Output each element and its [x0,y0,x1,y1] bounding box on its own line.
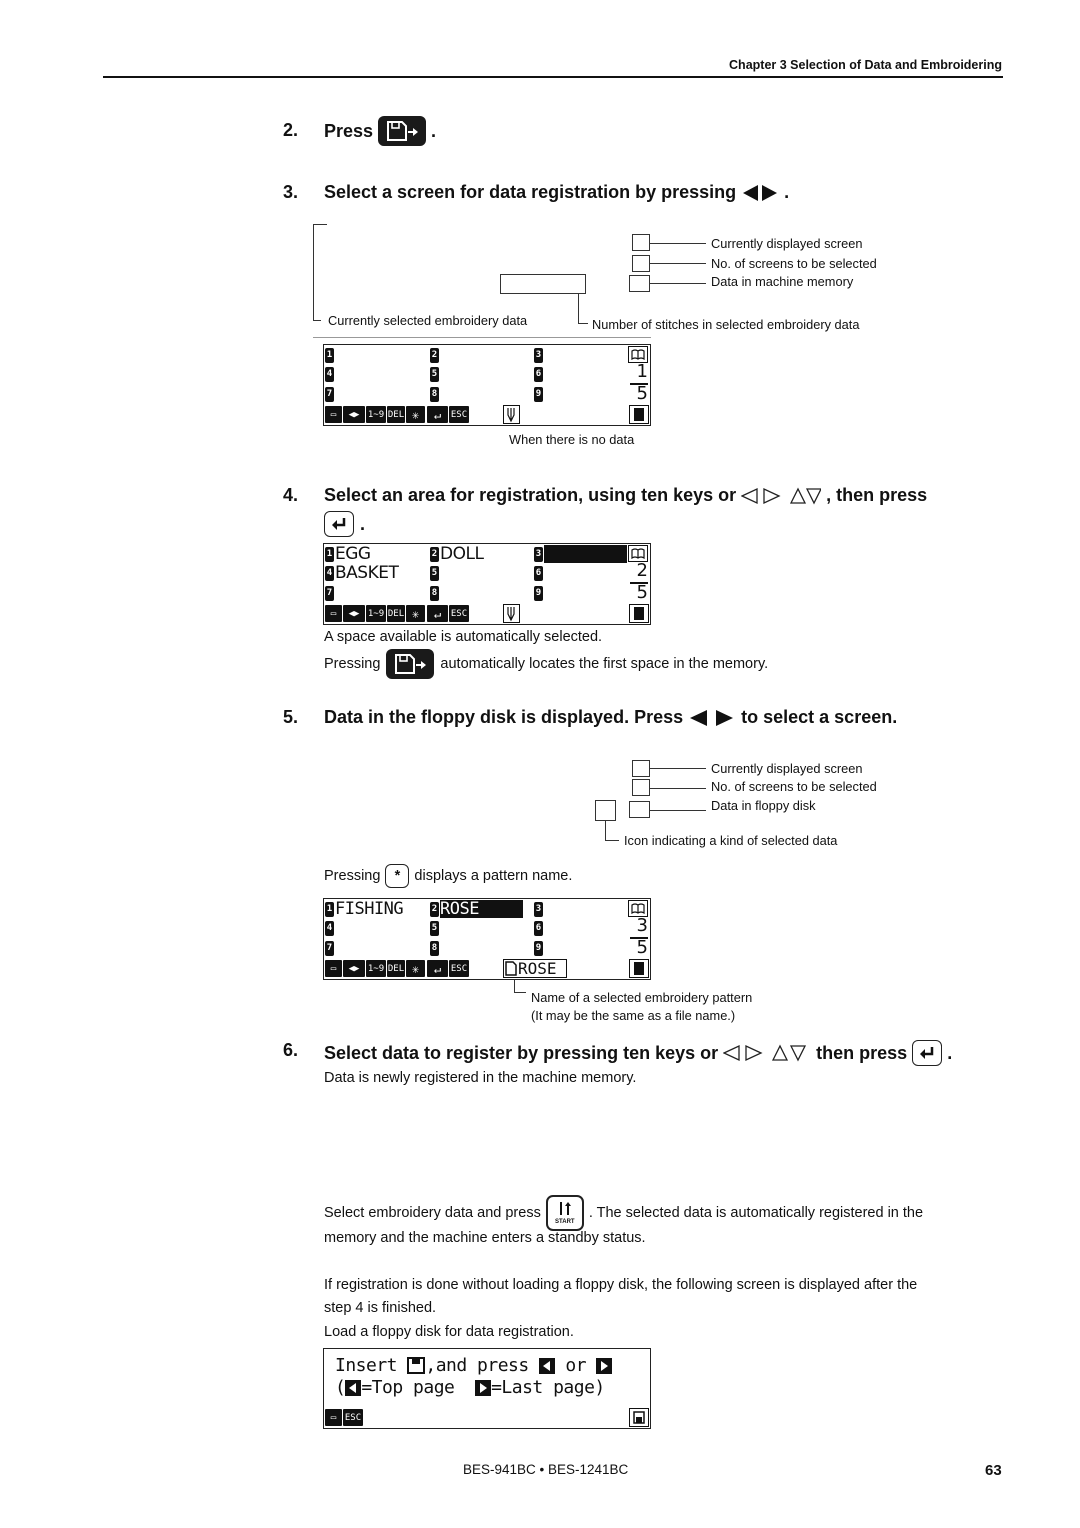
para-load-floppy: Load a floppy disk for data registration… [324,1324,574,1340]
lcd-toolbar: ▭ ◀▶ 1~9 DEL ✳ ↵ ESC [324,604,650,624]
needle-icon [503,405,520,424]
left-right-button-icon: ◀▶ [343,406,365,423]
note-auto-select: A space available is automatically selec… [324,629,603,645]
save-arrow-button-icon: ▭ [325,605,342,622]
save-to-memory-key-icon [386,649,435,679]
label-stitches: Number of stitches in selected embroider… [592,317,860,332]
asterisk-button: ✳ [406,406,425,423]
page-number: 63 [985,1462,1002,1479]
asterisk-button: ✳ [406,960,425,977]
label-data-memory: Data in machine memory [711,274,854,289]
page-current: 2 [636,560,648,581]
label-current-screen: Currently displayed screen [711,761,863,776]
header-rule [103,76,1003,78]
asterisk-button: ✳ [406,605,425,622]
right-key-icon [596,1357,613,1374]
del-button: DEL [387,605,405,622]
right-key-icon [475,1379,492,1396]
memory-chip-icon [629,405,649,424]
range-button: 1~9 [366,960,386,977]
note-locate-space: Pressing automatically locates the first… [324,649,768,679]
left-right-arrows-icon [690,709,734,726]
range-button: 1~9 [366,406,386,423]
left-right-button-icon: ◀▶ [343,960,365,977]
step-text: Select a screen for data registration by… [324,182,737,202]
para-no-floppy: If registration is done without loading … [324,1277,918,1293]
step-text: Press [324,120,374,141]
step-text: Select an area for registration, using t… [324,485,737,505]
floppy-icon [407,1357,426,1374]
esc-button: ESC [449,605,469,622]
label-num-screens: No. of screens to be selected [711,779,877,794]
asterisk-key-icon: * [385,864,410,888]
lcd-screen-no-data: 1 2 3 4 5 6 7 8 9 1 5 ▭ ◀▶ 1~9 DEL ✳ ↵ E… [323,344,651,426]
page-current: 1 [636,361,648,382]
page-total: 5 [636,582,648,603]
lcd-toolbar: ▭ ◀▶ 1~9 DEL ✳ ↵ ESC [324,405,650,425]
para-step4-finished: step 4 is finished. [324,1300,437,1316]
lcd-screen-insert-floppy: Insert ,and press or ( =Top page =Last p… [323,1348,651,1429]
save-arrow-button-icon: ▭ [325,1409,342,1426]
lcd-insert-line: Insert ,and press or [335,1355,613,1376]
enter-button: ↵ [427,406,448,423]
save-arrow-button-icon: ▭ [325,406,342,423]
left-key-icon [539,1357,556,1374]
lcd-page-line: ( =Top page =Last page) [335,1377,605,1398]
label-data-floppy: Data in floppy disk [711,798,816,813]
del-button: DEL [387,406,405,423]
para-standby: memory and the machine enters a standby … [324,1230,646,1246]
caption-pattern-name: Name of a selected embroidery pattern [531,990,753,1005]
note-registered: Data is newly registered in the machine … [324,1070,637,1086]
selected-slot: ROSE [440,900,523,918]
page-current: 3 [636,915,648,936]
needle-icon [503,604,520,623]
enter-button: ↵ [427,960,448,977]
label-num-screens: No. of screens to be selected [711,256,877,271]
lcd-toolbar: ▭ ◀▶ 1~9 DEL ✳ ↵ ESC ROSE [324,959,650,979]
esc-button: ESC [449,960,469,977]
step-text: Select data to register by pressing ten … [324,1042,719,1063]
step-number: 2. [283,120,299,140]
lcd-screen-floppy-data: 1 FISHING 2 ROSE 3 4 5 6 7 8 9 3 5 ▭ ◀▶ 1~… [323,898,651,980]
enter-button: ↵ [427,605,448,622]
enter-key-icon [324,511,354,537]
lcd-toolbar: ▭ ESC [324,1408,650,1428]
page-total: 5 [636,383,648,404]
label-current-screen: Currently displayed screen [711,236,863,251]
caption-no-data: When there is no data [509,432,635,447]
memory-chip-icon [629,604,649,623]
page-total: 5 [636,937,648,958]
footer-model: BES-941BC • BES-1241BC [463,1462,629,1477]
file-icon [505,961,517,976]
floppy-status-icon [629,1408,649,1427]
left-key-icon [345,1379,362,1396]
direction-arrows-outline-icon [741,487,822,504]
label-icon-kind: Icon indicating a kind of selected data [624,833,838,848]
del-button: DEL [387,960,405,977]
esc-button: ESC [343,1409,363,1426]
step-4-enter: . [324,511,365,537]
left-right-arrows-icon [743,184,778,201]
enter-key-icon [912,1040,943,1066]
save-arrow-button-icon: ▭ [325,960,342,977]
selected-empty-slot [544,545,627,563]
esc-button: ESC [449,406,469,423]
pattern-name-display: ROSE [503,959,567,978]
memory-chip-icon [629,959,649,978]
save-to-memory-key-icon [378,116,427,146]
left-right-button-icon: ◀▶ [343,605,365,622]
chapter-header: Chapter 3 Selection of Data and Embroide… [729,58,1002,72]
range-button: 1~9 [366,605,386,622]
direction-arrows-outline-icon [723,1044,807,1062]
para-start-key: Select embroidery data and press START .… [324,1195,923,1231]
start-key-icon: START [545,1195,584,1231]
step-text: Data in the floppy disk is displayed. Pr… [324,707,684,727]
label-selected-data: Currently selected embroidery data [328,313,528,328]
lcd-screen-select-area: 1 EGG 2 DOLL 3 4 BASKET 5 6 7 8 9 2 5 ▭ ◀▶ … [323,543,651,625]
note-asterisk: Pressing * displays a pattern name. [324,864,572,888]
caption-file-name: (It may be the same as a file name.) [531,1008,736,1023]
